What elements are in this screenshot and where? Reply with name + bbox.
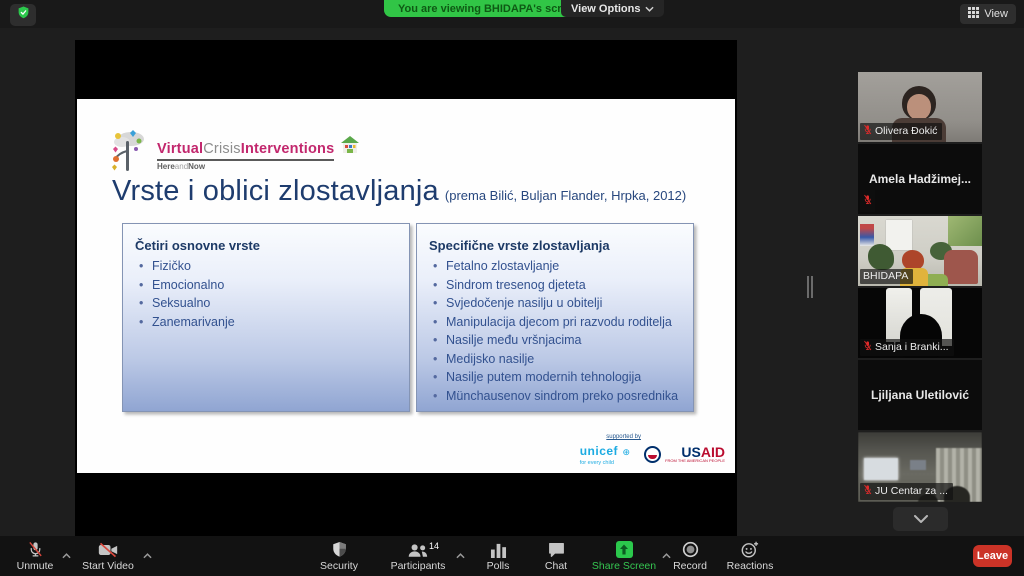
specific-types-box: Specifične vrste zlostavljanja Fetalno z… (416, 223, 694, 412)
participant-name-label: Sanja i Branki... (860, 339, 954, 356)
unmute-button[interactable]: Unmute (12, 539, 58, 572)
slide-title: Vrste i oblici zlostavljanja (112, 175, 439, 207)
polls-label: Polls (487, 560, 510, 572)
muted-mic-icon (863, 124, 872, 138)
security-shield-icon (332, 539, 347, 558)
record-label: Record (673, 560, 707, 572)
start-video-label: Start Video (82, 560, 134, 572)
participant-name-label: BHIDAPA (860, 269, 913, 284)
participants-count-badge: 14 (429, 541, 439, 551)
list-item: Fizičko (135, 257, 397, 276)
usaid-seal-icon (644, 446, 661, 463)
basic-types-list: Fizičko Emocionalno Seksualno Zanemariva… (135, 257, 397, 331)
list-item: Nasilje putem modernih tehnologija (429, 368, 681, 387)
specific-types-list: Fetalno zlostavljanje Sindrom tresenog d… (429, 257, 681, 405)
muted-mic-icon (863, 484, 872, 498)
participant-name-center: Amela Hadžimej... (858, 144, 982, 214)
video-off-icon (98, 539, 118, 558)
shield-check-icon (17, 5, 30, 25)
security-button[interactable]: Security (314, 539, 364, 572)
list-item: Emocionalno (135, 276, 397, 295)
security-label: Security (320, 560, 358, 572)
muted-mic-icon (863, 340, 872, 354)
view-layout-button[interactable]: View (960, 4, 1016, 24)
unmute-label: Unmute (17, 560, 54, 572)
chat-label: Chat (545, 560, 567, 572)
zoom-meeting-window: You are viewing BHIDAPA's screen View Op… (0, 0, 1024, 576)
list-item: Manipulacija djecom pri razvodu roditelj… (429, 313, 681, 332)
share-screen-icon (616, 539, 633, 558)
view-button-label: View (984, 8, 1008, 20)
leave-button[interactable]: Leave (973, 545, 1012, 567)
view-options-dropdown[interactable]: View Options (561, 0, 664, 17)
audio-options-caret[interactable] (62, 546, 71, 564)
basic-types-heading: Četiri osnovne vrste (135, 238, 397, 253)
participant-tile-amela[interactable]: Amela Hadžimej... (858, 144, 982, 214)
reactions-smiley-icon (741, 539, 759, 558)
bhidapa-house-icon (340, 135, 360, 160)
record-button[interactable]: Record (667, 539, 713, 572)
unicef-logo: unicef ⊕ for every child (580, 442, 630, 466)
view-options-label: View Options (571, 3, 640, 15)
list-item: Münchausenov sindrom preko posrednika (429, 387, 681, 406)
slide-subtitle: (prema Bilić, Buljan Flander, Hrpka, 201… (445, 188, 686, 203)
list-item: Nasilje među vršnjacima (429, 331, 681, 350)
vci-tree-icon (109, 129, 151, 180)
participant-name-label: JU Centar za ... (860, 483, 953, 500)
brand-virtual: Virtual (157, 141, 203, 157)
meeting-toolbar: Unmute Start Video Security Participants (0, 536, 1024, 576)
specific-types-heading: Specifične vrste zlostavljanja (429, 238, 681, 253)
chevron-down-icon (914, 510, 928, 528)
brand-tagline: HereandNow (157, 162, 334, 171)
shared-screen-area: VirtualCrisisInterventions HereandNow Vr (75, 40, 737, 537)
vci-logo: VirtualCrisisInterventions HereandNow (109, 129, 360, 180)
muted-mic-icon (27, 539, 44, 558)
list-item: Zanemarivanje (135, 313, 397, 332)
record-circle-icon (682, 539, 699, 558)
participants-options-caret[interactable] (456, 546, 465, 564)
chevron-down-icon (645, 3, 654, 15)
list-item: Seksualno (135, 294, 397, 313)
start-video-button[interactable]: Start Video (78, 539, 138, 572)
slide-sponsor-footer: supported by unicef ⊕ for every child US… (580, 434, 725, 466)
presentation-slide: VirtualCrisisInterventions HereandNow Vr (77, 99, 735, 473)
scroll-more-participants-button[interactable] (893, 507, 948, 531)
participant-tile-olivera[interactable]: Olivera Đokić (858, 72, 982, 142)
basic-types-box: Četiri osnovne vrste Fizičko Emocionalno… (122, 223, 410, 412)
share-screen-button[interactable]: Share Screen (590, 539, 658, 572)
participant-tile-sanja[interactable]: Sanja i Branki... (858, 288, 982, 358)
chat-bubble-icon (548, 539, 565, 558)
top-bar: You are viewing BHIDAPA's screen View Op… (0, 0, 1024, 28)
participant-tile-bhidapa-active-speaker[interactable]: BHIDAPA (858, 216, 982, 286)
participant-name-label: Olivera Đokić (860, 123, 942, 140)
muted-mic-icon (860, 190, 875, 212)
list-item: Svjedočenje nasilju u obitelji (429, 294, 681, 313)
share-screen-label: Share Screen (592, 560, 656, 572)
polls-bars-icon (490, 539, 507, 558)
panel-resize-handle[interactable] (807, 276, 813, 298)
screen-share-banner-text: You are viewing BHIDAPA's screen (398, 3, 581, 15)
participant-tile-ljiljana[interactable]: Ljiljana Uletilović (858, 360, 982, 430)
brand-interventions: Interventions (241, 141, 335, 157)
video-options-caret[interactable] (143, 546, 152, 564)
participants-label: Participants (391, 560, 446, 572)
meeting-security-shield-button[interactable] (10, 4, 36, 26)
list-item: Fetalno zlostavljanje (429, 257, 681, 276)
list-item: Medijsko nasilje (429, 350, 681, 369)
reactions-label: Reactions (727, 560, 774, 572)
participant-tile-ju-centar[interactable]: JU Centar za ... (858, 432, 982, 502)
usaid-logo: USAID FROM THE AMERICAN PEOPLE (644, 446, 725, 463)
chat-button[interactable]: Chat (537, 539, 575, 572)
polls-button[interactable]: Polls (477, 539, 519, 572)
grid-view-icon (968, 7, 979, 21)
brand-crisis: Crisis (203, 141, 240, 157)
participants-button[interactable]: Participants 14 (385, 539, 451, 572)
participant-name-center: Ljiljana Uletilović (858, 360, 982, 430)
brand-wordmark: VirtualCrisisInterventions (157, 141, 334, 161)
reactions-button[interactable]: Reactions (722, 539, 778, 572)
participants-icon (407, 539, 429, 558)
list-item: Sindrom tresenog djeteta (429, 276, 681, 295)
supported-by-text: supported by (580, 434, 641, 440)
